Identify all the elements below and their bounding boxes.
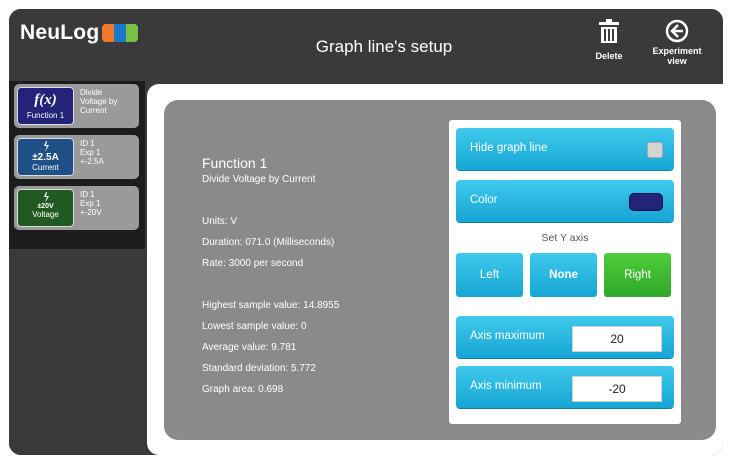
axis-minimum-input[interactable]: -20 — [572, 376, 662, 402]
function-tile: f(x) Function 1 — [17, 87, 74, 125]
function-subtitle: Divide Voltage by Current — [202, 174, 316, 185]
sensor-current[interactable]: ±2.5A Current ID 1 Exp 1 +-2.5A — [14, 135, 139, 179]
info-line: +-2.5A — [80, 157, 104, 166]
app-window: NeuLog Graph line's setup Delete Experim… — [9, 9, 723, 455]
sidebar-empty-area — [9, 257, 145, 455]
logo-text: NeuLog — [20, 21, 100, 44]
sensor-info: ID 1 Exp 1 +-2.5A — [80, 139, 104, 166]
axis-minimum-row: Axis minimum -20 — [456, 366, 674, 408]
average-value-text: Average value: 9.781 — [202, 342, 297, 353]
range-label: ±20V — [37, 203, 54, 210]
current-tile: ±2.5A Current — [17, 138, 74, 176]
axis-maximum-input[interactable]: 20 — [572, 326, 662, 352]
axis-maximum-row: Axis maximum 20 — [456, 316, 674, 358]
sensor-function-1[interactable]: f(x) Function 1 Divide Voltage by Curren… — [14, 84, 139, 128]
info-line: +-20V — [80, 208, 102, 217]
sensor-voltage[interactable]: ±20V Voltage ID 1 Exp 1 +-20V — [14, 186, 139, 230]
color-button[interactable]: Color — [456, 180, 674, 222]
info-line: Exp 1 — [80, 199, 101, 208]
sensor-list: f(x) Function 1 Divide Voltage by Curren… — [9, 81, 145, 249]
rate-text: Rate: 3000 per second — [202, 258, 304, 269]
color-swatch[interactable] — [629, 193, 663, 211]
delete-label: Delete — [595, 51, 623, 61]
sensor-info: Divide Voltage by Current — [80, 88, 117, 115]
hide-graph-line-button[interactable]: Hide graph line — [456, 128, 674, 170]
highest-value-text: Highest sample value: 14.8955 — [202, 300, 340, 311]
info-line: ID 1 — [80, 139, 95, 148]
experiment-label-2: view — [667, 56, 687, 66]
info-line: Exp 1 — [80, 148, 101, 157]
page-title: Graph line's setup — [315, 37, 453, 56]
axis-maximum-label: Axis maximum — [470, 330, 545, 342]
axis-none-button[interactable]: None — [530, 253, 597, 297]
function-title: Function 1 — [202, 155, 268, 171]
neulog-logo: NeuLog — [20, 21, 139, 45]
axis-minimum-label: Axis minimum — [470, 380, 542, 392]
info-line: Voltage by — [80, 97, 118, 106]
tile-caption: Current — [32, 163, 59, 172]
sensor-info: ID 1 Exp 1 +-20V — [80, 190, 102, 217]
stddev-text: Standard deviation: 5.772 — [202, 363, 316, 374]
graph-area-text: Graph area: 0.698 — [202, 384, 284, 395]
function-icon: f(x) — [34, 92, 57, 108]
axis-left-button[interactable]: Left — [456, 253, 523, 297]
info-line: ID 1 — [80, 190, 95, 199]
info-line: Current — [80, 106, 107, 115]
setup-panel: Function 1 Divide Voltage by Current Uni… — [164, 100, 716, 440]
delete-button[interactable]: Delete — [587, 19, 631, 61]
hide-line-checkbox[interactable] — [647, 142, 663, 158]
info-line: Divide — [80, 88, 103, 97]
experiment-view-button[interactable]: Experiment view — [645, 19, 709, 66]
top-bar: NeuLog Graph line's setup Delete Experim… — [9, 9, 723, 81]
voltage-tile: ±20V Voltage — [17, 189, 74, 227]
lowest-value-text: Lowest sample value: 0 — [202, 321, 307, 332]
units-text: Units: V — [202, 216, 238, 227]
probe-icon — [43, 192, 49, 203]
duration-text: Duration: 071.0 (Milliseconds) — [202, 237, 335, 248]
set-y-axis-label: Set Y axis — [541, 232, 589, 244]
range-label: ±2.5A — [32, 152, 59, 163]
logo-mark-icon — [102, 24, 139, 42]
hide-graph-line-label: Hide graph line — [470, 142, 548, 154]
color-label: Color — [470, 194, 498, 206]
axis-right-button[interactable]: Right — [604, 253, 671, 297]
back-arrow-icon — [665, 19, 689, 43]
experiment-label: Experiment — [652, 46, 702, 56]
trash-icon — [599, 19, 619, 43]
settings-card: Hide graph line Color Set Y axis Left No… — [449, 120, 681, 424]
tile-caption: Function 1 — [26, 111, 65, 120]
probe-icon — [43, 141, 49, 152]
main-content: Function 1 Divide Voltage by Current Uni… — [147, 84, 723, 455]
tile-caption: Voltage — [32, 210, 59, 219]
